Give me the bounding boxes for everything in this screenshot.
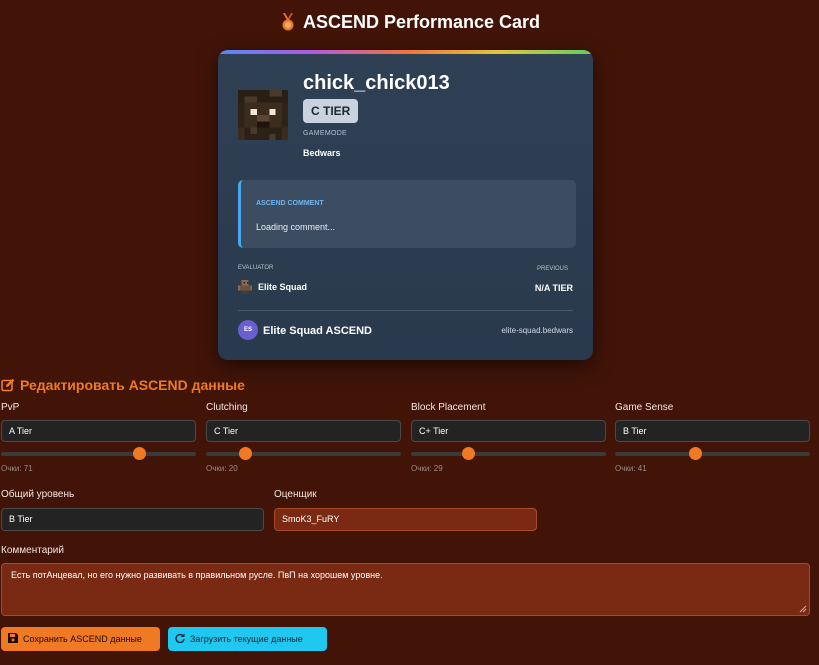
slider-thumb[interactable]	[461, 447, 475, 460]
card-gradient-bar	[218, 50, 593, 54]
gamemode-label: GAMEMODE	[303, 130, 348, 137]
save-button[interactable]: Сохранить ASCEND данные	[1, 627, 160, 651]
card-divider	[238, 310, 573, 311]
skill-input-game-sense[interactable]: B Tier	[615, 420, 810, 442]
tier-badge: C TIER	[303, 99, 359, 123]
overall-input[interactable]: B Tier	[1, 508, 264, 531]
page-title-text: ASCEND Performance Card	[302, 12, 541, 32]
editor-title: Редактировать ASCEND данные	[1, 377, 245, 393]
previous-label: PREVIOUS	[536, 266, 568, 272]
skill-slider-game-sense[interactable]	[615, 447, 810, 460]
comment-text: Loading comment...	[256, 222, 336, 232]
resize-handle-icon[interactable]	[799, 605, 807, 613]
skill-slider-clutching[interactable]	[206, 447, 401, 460]
load-current-button[interactable]: Загрузить текущие данные	[168, 627, 327, 651]
brand-domain: elite-squad.bedwars	[501, 326, 573, 335]
skill-input-block-placement[interactable]: C+ Tier	[411, 420, 606, 442]
skill-label-pvp: PvP	[1, 402, 20, 413]
refresh-icon	[175, 633, 185, 643]
evaluator-name: Elite Squad	[258, 282, 308, 292]
editor-title-text: Редактировать ASCEND данные	[20, 377, 245, 393]
skill-slider-pvp[interactable]	[1, 447, 196, 460]
evaluator-input[interactable]: SmoK3_FuRY	[274, 508, 537, 531]
skill-points-clutching: Очки: 20	[206, 464, 238, 473]
performance-card: chick_chick013 C TIER GAMEMODE Bedwars A…	[218, 50, 593, 360]
floppy-disk-icon	[8, 633, 18, 643]
evaluator-field-label: Оценщик	[274, 489, 317, 500]
medal-icon	[282, 13, 294, 31]
save-button-label: Сохранить ASCEND данные	[23, 634, 142, 644]
evaluator-label: EVALUATOR	[238, 265, 274, 271]
skill-input-pvp[interactable]: A Tier	[1, 420, 196, 442]
ascend-comment-box: ASCEND COMMENT Loading comment...	[238, 180, 576, 248]
slider-thumb[interactable]	[239, 447, 252, 460]
skill-label-block-placement: Block Placement	[411, 402, 486, 413]
previous-tier: N/A TIER	[534, 283, 573, 293]
player-avatar	[238, 90, 288, 140]
comment-textarea[interactable]: Есть потАнцевал, но его нужно развивать …	[1, 563, 810, 616]
comment-field-label: Комментарий	[1, 545, 64, 556]
skill-label-clutching: Clutching	[206, 402, 248, 413]
slider-thumb[interactable]	[133, 447, 147, 460]
comment-label: ASCEND COMMENT	[256, 200, 324, 207]
skill-points-game-sense: Очки: 41	[615, 464, 647, 473]
load-button-label: Загрузить текущие данные	[190, 634, 303, 644]
skill-input-clutching[interactable]: C Tier	[206, 420, 401, 442]
edit-icon	[1, 378, 15, 392]
overall-label: Общий уровень	[1, 489, 75, 500]
slider-thumb[interactable]	[688, 447, 702, 460]
brand-badge: ES	[238, 320, 258, 340]
skill-slider-block-placement[interactable]	[411, 447, 606, 460]
page-title: ASCEND Performance Card	[0, 12, 819, 33]
brand-name: Elite Squad ASCEND	[263, 325, 372, 337]
player-name: chick_chick013	[303, 72, 450, 94]
evaluator-avatar-icon	[238, 280, 252, 294]
skill-label-game-sense: Game Sense	[615, 402, 674, 413]
comment-textarea-value: Есть потАнцевал, но его нужно развивать …	[11, 570, 383, 580]
skill-points-pvp: Очки: 71	[1, 464, 33, 473]
gamemode-value: Bedwars	[303, 148, 341, 158]
skill-points-block-placement: Очки: 29	[411, 464, 443, 473]
